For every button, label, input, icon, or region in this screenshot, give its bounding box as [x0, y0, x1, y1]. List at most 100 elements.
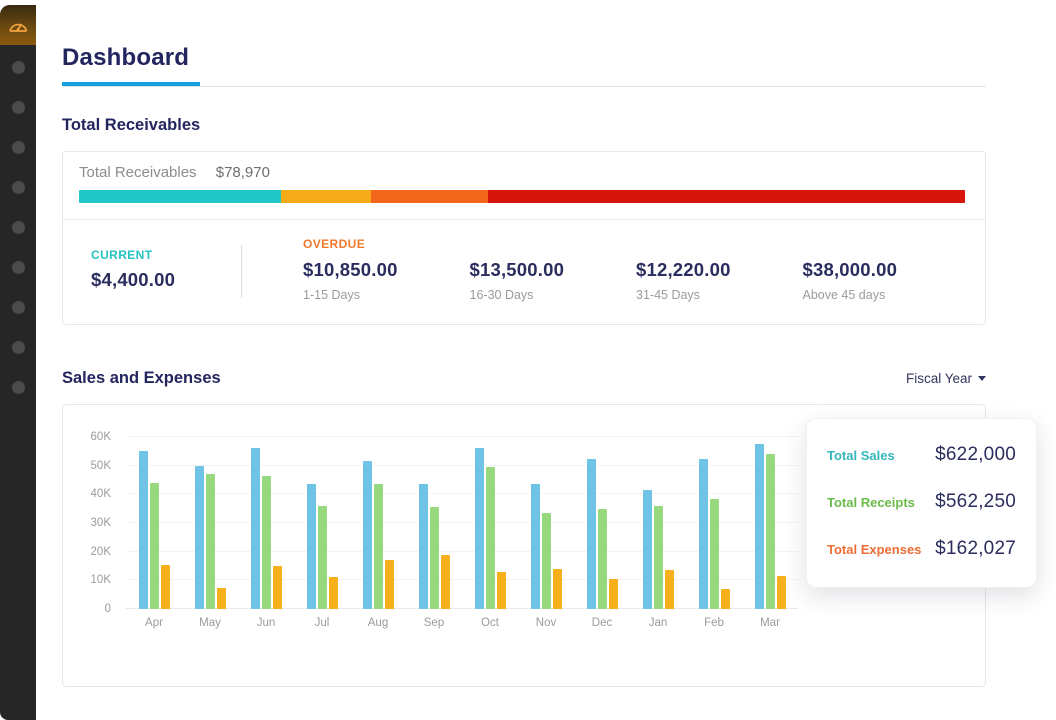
bar-sales-nov[interactable] — [531, 484, 540, 609]
aging-bar-segment-overdue-16-30 — [371, 190, 488, 203]
receivables-total-value: $78,970 — [216, 164, 270, 181]
sidebar-item-6[interactable] — [12, 261, 25, 274]
sidebar-item-3[interactable] — [12, 141, 25, 154]
x-axis-label-mar: Mar — [742, 617, 798, 629]
aging-period: 16-30 Days — [470, 288, 637, 302]
fiscal-year-dropdown[interactable]: Fiscal Year — [906, 371, 986, 386]
sidebar-item-2[interactable] — [12, 101, 25, 114]
chart-summary-panel: Total Sales$622,000 Total Receipts $562,25… — [806, 418, 1037, 588]
bar-expenses-mar[interactable] — [777, 576, 786, 609]
summary-value: $162,027 — [935, 538, 1016, 560]
aging-bar-segment-overdue-1-15 — [281, 190, 371, 203]
bar-receipts-nov[interactable] — [542, 513, 551, 609]
bar-sales-dec[interactable] — [587, 459, 596, 610]
bar-receipts-oct[interactable] — [486, 467, 495, 609]
sidebar-menu — [0, 61, 36, 394]
x-axis-label-may: May — [182, 617, 238, 629]
summary-label: Total Expenses — [827, 542, 921, 557]
chart-bar-groups: AprMayJunJulAugSepOctNovDecJanFebMar — [126, 437, 798, 609]
summary-label: Total Receipts — [827, 495, 915, 510]
bar-expenses-jun[interactable] — [273, 566, 282, 609]
bar-group-sep: Sep — [406, 437, 462, 609]
receivables-card-top: Total Receivables $78,970 — [63, 152, 985, 219]
aging-col-31-45: $12,220.00 31-45 Days — [636, 237, 803, 302]
sidebar-item-4[interactable] — [12, 181, 25, 194]
bar-sales-jul[interactable] — [307, 484, 316, 609]
bar-sales-sep[interactable] — [419, 484, 428, 609]
y-axis-tick-30K: 30K — [71, 517, 111, 529]
aging-bar-segment-current — [79, 190, 281, 203]
bar-receipts-sep[interactable] — [430, 507, 439, 609]
x-axis-label-feb: Feb — [686, 617, 742, 629]
bar-sales-may[interactable] — [195, 466, 204, 609]
current-label: CURRENT — [91, 248, 241, 262]
bar-sales-mar[interactable] — [755, 444, 764, 609]
aging-spacer — [636, 237, 803, 255]
bar-group-mar: Mar — [742, 437, 798, 609]
x-axis-label-sep: Sep — [406, 617, 462, 629]
title-accent-underline — [62, 82, 200, 86]
y-axis-tick-10K: 10K — [71, 574, 111, 586]
bar-expenses-dec[interactable] — [609, 579, 618, 609]
sidebar — [0, 5, 36, 720]
aging-period: Above 45 days — [803, 288, 970, 302]
bar-expenses-oct[interactable] — [497, 572, 506, 609]
aging-amount: $13,500.00 — [470, 259, 637, 281]
fiscal-year-label: Fiscal Year — [906, 371, 972, 386]
receivables-aging-bar — [79, 190, 965, 203]
aging-bar-segment-overdue-above — [488, 190, 965, 203]
chart-y-axis: 010K20K30K40K50K60K — [71, 437, 111, 609]
bar-receipts-jun[interactable] — [262, 476, 271, 609]
sidebar-item-dashboard-active[interactable] — [0, 5, 36, 45]
receivables-card-label: Total Receivables — [79, 164, 197, 181]
aging-period: 1-15 Days — [303, 288, 470, 302]
bar-receipts-may[interactable] — [206, 474, 215, 609]
bar-expenses-jul[interactable] — [329, 577, 338, 609]
bar-expenses-may[interactable] — [217, 588, 226, 610]
current-receivables-block: CURRENT $4,400.00 — [91, 237, 241, 302]
x-axis-label-apr: Apr — [126, 617, 182, 629]
chart-plot: AprMayJunJulAugSepOctNovDecJanFebMar — [126, 437, 798, 609]
bar-receipts-apr[interactable] — [150, 483, 159, 609]
bar-receipts-feb[interactable] — [710, 499, 719, 609]
sidebar-item-9[interactable] — [12, 381, 25, 394]
x-axis-label-oct: Oct — [462, 617, 518, 629]
summary-row-total-sales: Total Sales$622,000 — [827, 444, 1016, 466]
bar-receipts-jan[interactable] — [654, 506, 663, 609]
bar-group-may: May — [182, 437, 238, 609]
bar-sales-oct[interactable] — [475, 448, 484, 609]
bar-sales-jan[interactable] — [643, 490, 652, 609]
bar-receipts-mar[interactable] — [766, 454, 775, 609]
aging-col-above-45: $38,000.00 Above 45 days — [803, 237, 970, 302]
page-title: Dashboard — [62, 44, 986, 72]
bar-group-nov: Nov — [518, 437, 574, 609]
aging-period: 31-45 Days — [636, 288, 803, 302]
bar-receipts-dec[interactable] — [598, 509, 607, 609]
bar-expenses-jan[interactable] — [665, 570, 674, 609]
bar-group-feb: Feb — [686, 437, 742, 609]
sidebar-item-5[interactable] — [12, 221, 25, 234]
sidebar-item-1[interactable] — [12, 61, 25, 74]
bar-expenses-aug[interactable] — [385, 560, 394, 609]
bar-receipts-aug[interactable] — [374, 484, 383, 609]
summary-value: $562,250 — [935, 491, 1016, 513]
bar-sales-jun[interactable] — [251, 448, 260, 609]
aging-amount: $12,220.00 — [636, 259, 803, 281]
bar-sales-feb[interactable] — [699, 459, 708, 610]
sidebar-item-8[interactable] — [12, 341, 25, 354]
bar-group-aug: Aug — [350, 437, 406, 609]
sidebar-item-7[interactable] — [12, 301, 25, 314]
bar-sales-aug[interactable] — [363, 461, 372, 609]
current-amount: $4,400.00 — [91, 269, 241, 291]
bar-expenses-sep[interactable] — [441, 555, 450, 609]
bar-expenses-apr[interactable] — [161, 565, 170, 609]
bar-sales-apr[interactable] — [139, 451, 148, 609]
bar-expenses-nov[interactable] — [553, 569, 562, 609]
y-axis-tick-20K: 20K — [71, 546, 111, 558]
bar-group-dec: Dec — [574, 437, 630, 609]
overdue-grid: OVERDUE $10,850.00 1-15 Days $13,500.00 … — [242, 237, 969, 302]
y-axis-tick-0: 0 — [71, 603, 111, 615]
bar-expenses-feb[interactable] — [721, 589, 730, 609]
bar-receipts-jul[interactable] — [318, 506, 327, 609]
x-axis-label-dec: Dec — [574, 617, 630, 629]
